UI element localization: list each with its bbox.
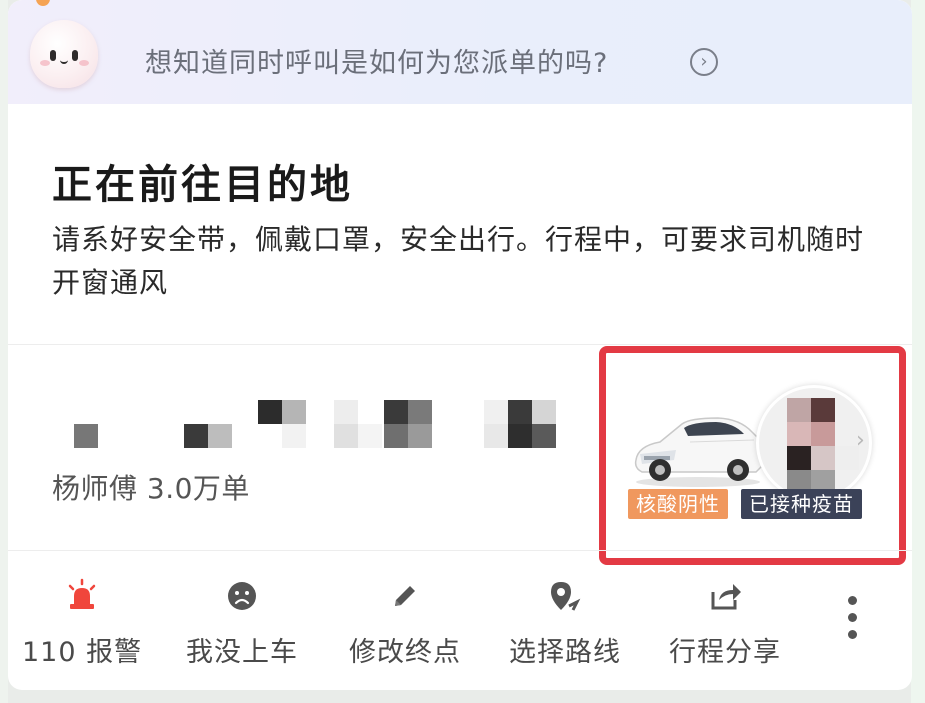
trip-card: 想知道同时呼叫是如何为您派单的吗? › 正在前往目的地 请系好安全带，佩戴口罩，…	[8, 0, 912, 690]
driver-info: 杨师傅 3.0万单	[52, 472, 250, 505]
change-destination-button[interactable]: 修改终点	[340, 578, 470, 678]
notice-text: 想知道同时呼叫是如何为您派单的吗?	[145, 48, 609, 79]
background-edge-left	[0, 0, 8, 703]
arrow-right-circle-icon[interactable]: ›	[690, 48, 718, 76]
pencil-icon	[395, 586, 415, 606]
sticker-dot	[36, 0, 50, 6]
share-trip-button[interactable]: 行程分享	[660, 578, 790, 678]
alarm-110-button[interactable]: 110 报警	[22, 578, 142, 678]
alarm-110-label: 110 报警	[22, 637, 143, 668]
not-in-car-button[interactable]: 我没上车	[182, 578, 302, 678]
alarm-siren-icon	[68, 578, 96, 609]
mascot-icon	[30, 20, 98, 88]
change-destination-label: 修改终点	[349, 637, 461, 668]
license-plate-redacted	[74, 394, 556, 454]
not-in-car-label: 我没上车	[186, 637, 298, 668]
share-icon	[711, 584, 741, 610]
divider	[8, 550, 912, 551]
dispatch-notice-banner[interactable]: 想知道同时呼叫是如何为您派单的吗? ›	[8, 0, 912, 104]
share-trip-label: 行程分享	[669, 637, 781, 668]
background-edge-right	[911, 0, 925, 703]
choose-route-label: 选择路线	[509, 637, 621, 668]
route-pin-icon	[551, 582, 581, 611]
choose-route-button[interactable]: 选择路线	[500, 578, 630, 678]
more-options-icon[interactable]	[845, 596, 859, 648]
sad-face-icon	[228, 582, 256, 610]
driver-highlight-box	[599, 346, 906, 565]
trip-status-title: 正在前往目的地	[52, 162, 353, 208]
divider	[8, 344, 912, 345]
safety-reminder: 请系好安全带，佩戴口罩，安全出行。行程中，可要求司机随时开窗通风	[52, 223, 865, 299]
